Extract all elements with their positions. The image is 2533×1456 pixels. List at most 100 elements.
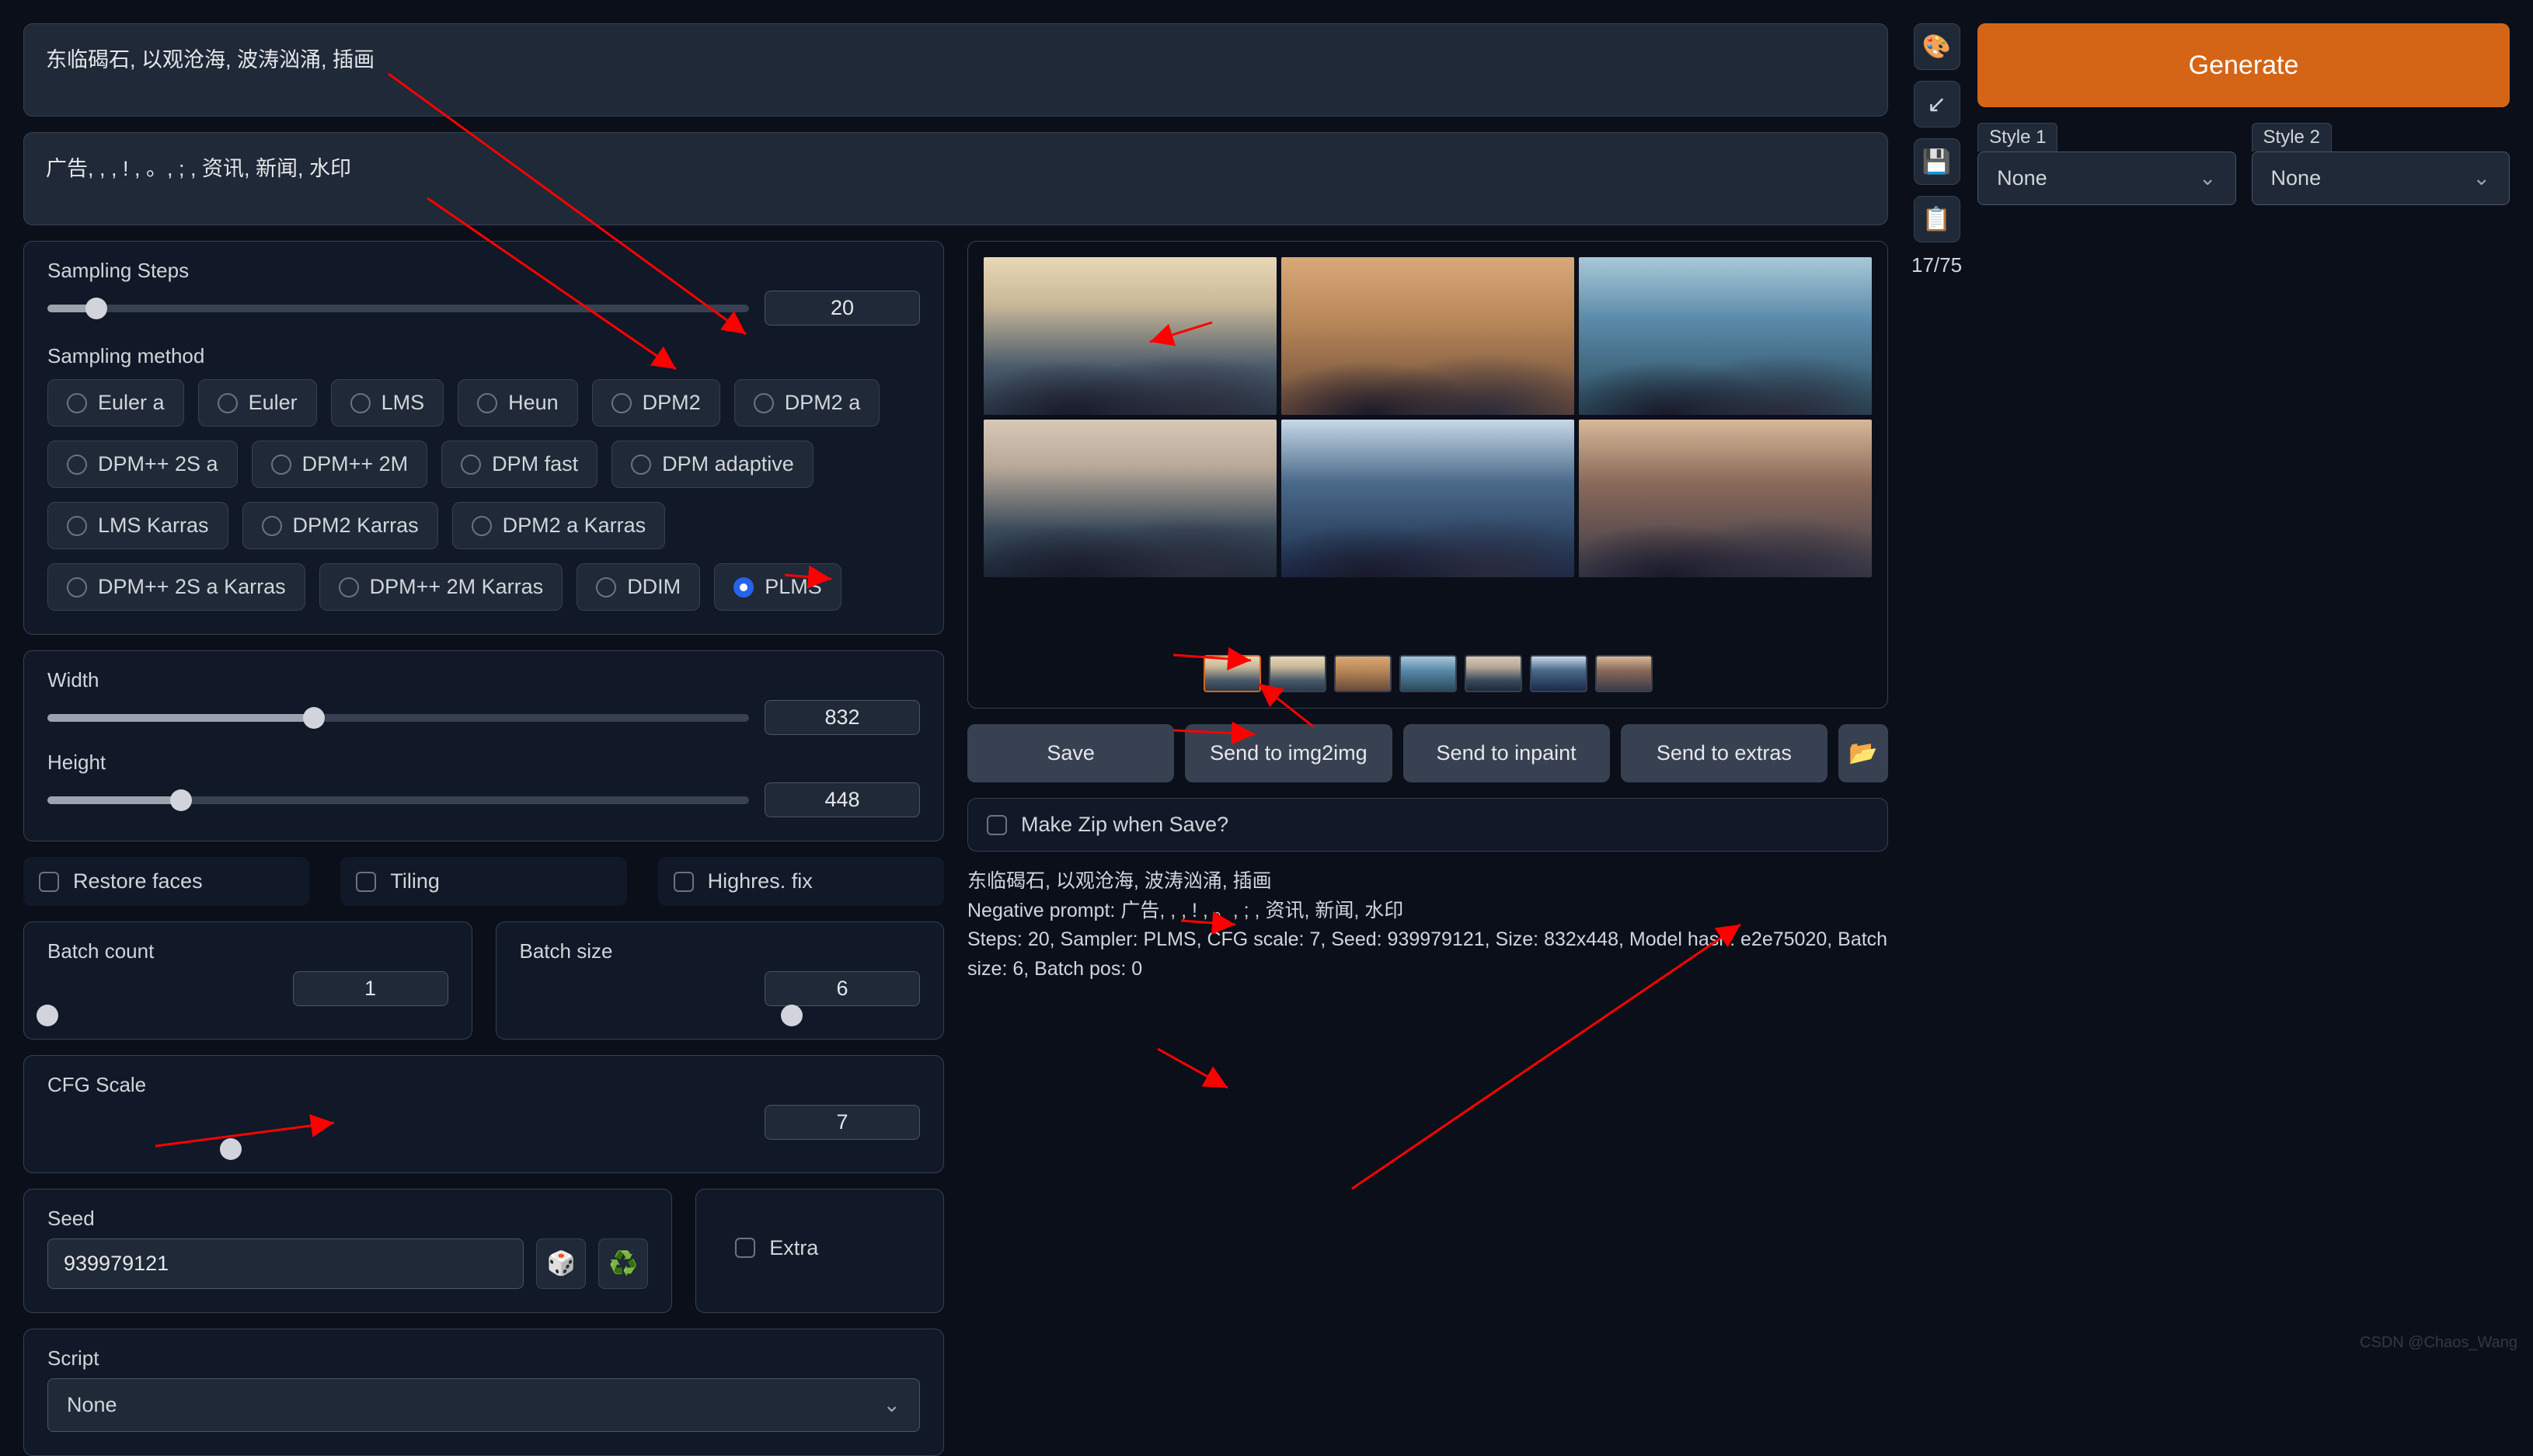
save-button[interactable]: Save — [967, 724, 1174, 782]
send-to-inpaint-button[interactable]: Send to inpaint — [1403, 724, 1610, 782]
send-to-img2img-button[interactable]: Send to img2img — [1185, 724, 1392, 782]
sampler-option-dpm2-a[interactable]: DPM2 a — [734, 379, 880, 427]
save-icon: 💾 — [1922, 148, 1951, 176]
sampler-option-dpm-2m[interactable]: DPM++ 2M — [252, 441, 428, 488]
sampler-option-lms-karras[interactable]: LMS Karras — [47, 502, 228, 549]
sampler-option-dpm2-a-karras[interactable]: DPM2 a Karras — [452, 502, 666, 549]
dimensions-panel: Width 832 Height 448 — [23, 650, 944, 841]
radio-icon — [339, 577, 359, 597]
batch-count-panel: Batch count 1 — [23, 921, 472, 1040]
cfg-value[interactable]: 7 — [765, 1105, 920, 1140]
height-value[interactable]: 448 — [765, 782, 920, 817]
seed-panel: Seed 🎲 ♻️ — [23, 1189, 672, 1313]
output-image-0[interactable] — [984, 257, 1277, 415]
radio-icon — [67, 455, 87, 475]
token-counter: 17/75 — [1911, 253, 1962, 277]
palette-button[interactable]: 🎨 — [1914, 23, 1960, 70]
batch-count-value[interactable]: 1 — [293, 971, 448, 1006]
seed-reuse-button[interactable]: ♻️ — [598, 1238, 648, 1289]
chevron-down-icon: ⌄ — [2472, 166, 2490, 190]
arrow-down-left-icon: ↙ — [1927, 91, 1946, 118]
sampler-option-heun[interactable]: Heun — [458, 379, 578, 427]
highres-fix-checkbox[interactable]: Highres. fix — [658, 857, 944, 906]
sampler-option-ddim[interactable]: DDIM — [577, 563, 700, 611]
cfg-label: CFG Scale — [47, 1073, 920, 1097]
radio-icon — [271, 455, 291, 475]
sampler-option-dpm2[interactable]: DPM2 — [592, 379, 720, 427]
sampler-option-euler-a[interactable]: Euler a — [47, 379, 184, 427]
thumb-0[interactable] — [1269, 655, 1326, 692]
seed-extra-panel: Extra — [695, 1189, 944, 1313]
tiling-checkbox[interactable]: Tiling — [340, 857, 626, 906]
thumb-1[interactable] — [1334, 655, 1392, 692]
batch-size-value[interactable]: 6 — [765, 971, 920, 1006]
thumb-5[interactable] — [1595, 655, 1653, 692]
output-image-4[interactable] — [1281, 420, 1574, 577]
sampler-option-dpm-2m-karras[interactable]: DPM++ 2M Karras — [319, 563, 563, 611]
sampling-method-group: Euler aEulerLMSHeunDPM2DPM2 aDPM++ 2S aD… — [47, 379, 920, 611]
paste-button[interactable]: 📋 — [1914, 196, 1960, 242]
width-value[interactable]: 832 — [765, 700, 920, 735]
sampler-option-dpm-2s-a[interactable]: DPM++ 2S a — [47, 441, 238, 488]
sampler-option-label: LMS Karras — [98, 514, 209, 538]
seed-extra-checkbox[interactable]: Extra — [719, 1224, 920, 1273]
output-image-2[interactable] — [1579, 257, 1872, 415]
output-image-1[interactable] — [1281, 257, 1574, 415]
negative-prompt-input[interactable]: 广告, , , ! , 。, ; , 资讯, 新闻, 水印 — [23, 132, 1888, 225]
sampler-option-dpm-adaptive[interactable]: DPM adaptive — [611, 441, 814, 488]
sampler-option-dpm-2s-a-karras[interactable]: DPM++ 2S a Karras — [47, 563, 305, 611]
save-prompt-button[interactable]: 💾 — [1914, 138, 1960, 185]
sampler-option-lms[interactable]: LMS — [331, 379, 444, 427]
seed-input[interactable] — [47, 1238, 524, 1289]
output-image-3[interactable] — [984, 420, 1277, 577]
output-image-5[interactable] — [1579, 420, 1872, 577]
make-zip-checkbox[interactable]: Make Zip when Save? — [987, 813, 1869, 837]
prompt-input[interactable]: 东临碣石, 以观沧海, 波涛汹涌, 插画 — [23, 23, 1888, 117]
sampler-option-label: DPM adaptive — [662, 452, 794, 476]
style2-label: Style 2 — [2252, 123, 2332, 152]
open-folder-button[interactable]: 📂 — [1838, 724, 1888, 782]
sampler-option-plms[interactable]: PLMS — [714, 563, 841, 611]
batch-count-label: Batch count — [47, 939, 448, 963]
style1-select[interactable]: None⌄ — [1977, 152, 2235, 205]
generate-button[interactable]: Generate — [1977, 23, 2510, 107]
radio-icon — [461, 455, 481, 475]
sampler-option-label: Heun — [508, 391, 559, 415]
sampling-steps-value[interactable]: 20 — [765, 291, 920, 326]
chevron-down-icon: ⌄ — [2199, 166, 2217, 190]
width-slider[interactable] — [47, 714, 749, 722]
radio-icon — [611, 393, 632, 413]
sampler-option-label: DPM++ 2S a Karras — [98, 575, 286, 599]
width-label: Width — [47, 668, 920, 692]
sampler-option-label: DPM++ 2M Karras — [370, 575, 544, 599]
sampling-steps-slider[interactable] — [47, 305, 749, 312]
thumbnail-strip — [984, 655, 1872, 692]
sampler-option-label: DPM2 a — [785, 391, 861, 415]
watermark: CSDN @Chaos_Wang — [2360, 1334, 2517, 1352]
sampler-option-label: DPM fast — [492, 452, 578, 476]
thumb-grid[interactable] — [1204, 655, 1261, 692]
height-slider[interactable] — [47, 796, 749, 804]
script-select[interactable]: None ⌄ — [47, 1378, 920, 1432]
recycle-icon: ♻️ — [609, 1250, 638, 1277]
radio-icon — [596, 577, 616, 597]
style2-select[interactable]: None⌄ — [2252, 152, 2510, 205]
send-to-extras-button[interactable]: Send to extras — [1621, 724, 1827, 782]
restore-faces-checkbox[interactable]: Restore faces — [23, 857, 309, 906]
sampler-option-label: DPM++ 2M — [302, 452, 409, 476]
thumb-4[interactable] — [1530, 655, 1587, 692]
seed-random-button[interactable]: 🎲 — [536, 1238, 586, 1289]
thumb-2[interactable] — [1399, 655, 1457, 692]
radio-icon — [754, 393, 774, 413]
sampler-option-euler[interactable]: Euler — [198, 379, 317, 427]
sampler-option-dpm2-karras[interactable]: DPM2 Karras — [242, 502, 438, 549]
thumb-3[interactable] — [1465, 655, 1522, 692]
seed-label: Seed — [47, 1207, 648, 1231]
sampling-method-label: Sampling method — [47, 344, 920, 368]
collapse-button[interactable]: ↙ — [1914, 81, 1960, 127]
sampler-option-label: Euler — [249, 391, 298, 415]
sampler-option-dpm-fast[interactable]: DPM fast — [441, 441, 598, 488]
style1-label: Style 1 — [1977, 123, 2057, 152]
dice-icon: 🎲 — [547, 1250, 576, 1277]
radio-icon — [477, 393, 497, 413]
